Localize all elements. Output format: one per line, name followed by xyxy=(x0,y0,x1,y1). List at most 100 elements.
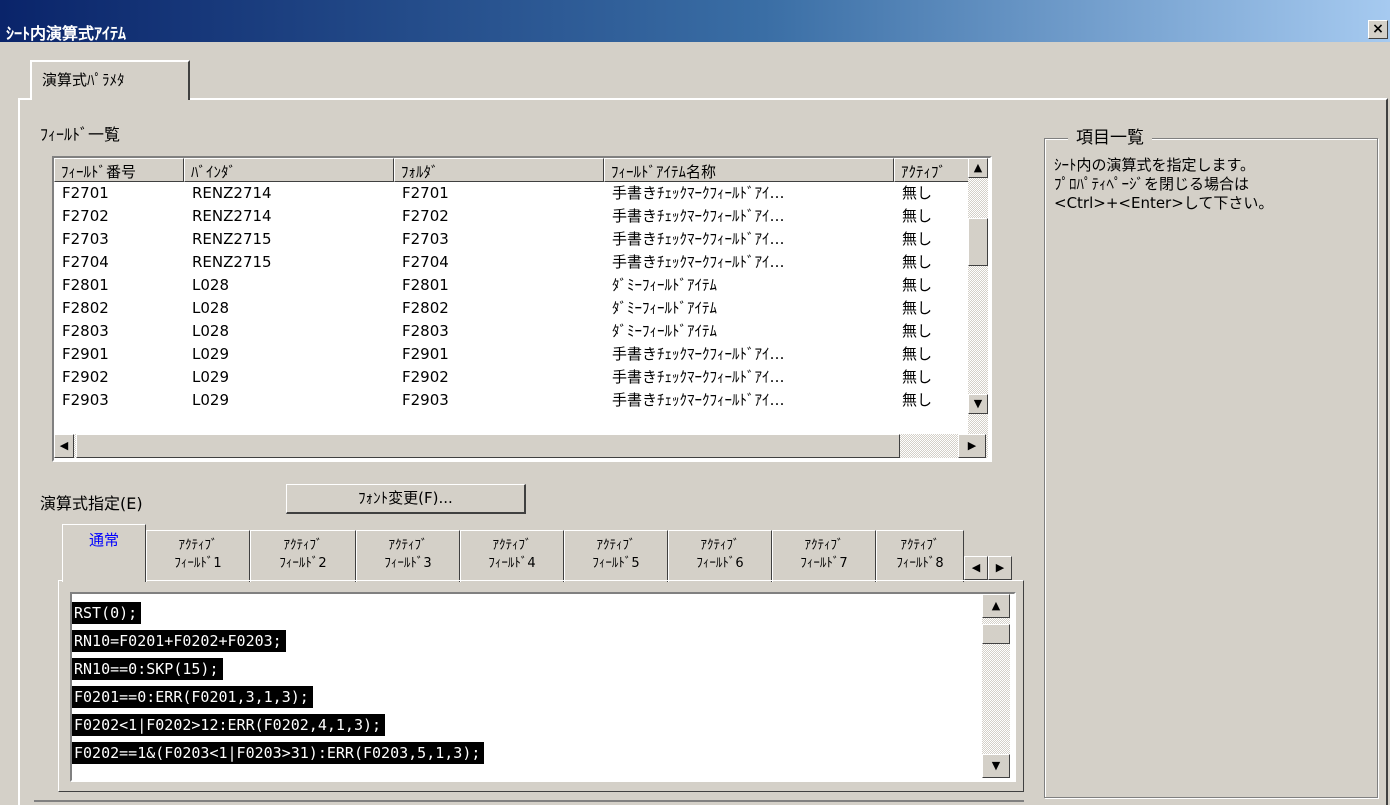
code-line-row: F0202==1&(F0203<1|F0203>31):ERR(F0203,5,… xyxy=(72,742,980,770)
cell-field-item-name: ﾀﾞﾐｰﾌｨｰﾙﾄﾞｱｲﾃﾑ xyxy=(612,322,718,340)
tab-active-field-8[interactable]: ｱｸﾃｨﾌﾞ ﾌｨｰﾙﾄﾞ8 xyxy=(876,530,964,582)
triangle-left-icon: ◀ xyxy=(59,439,69,452)
cell-field-item-name: 手書きﾁｪｯｸﾏｰｸﾌｨｰﾙﾄﾞｱｲ… xyxy=(612,368,785,386)
bottom-divider xyxy=(34,800,1024,805)
tab-active-field-6[interactable]: ｱｸﾃｨﾌﾞ ﾌｨｰﾙﾄﾞ6 xyxy=(668,530,772,582)
field-list-vscroll[interactable]: ▲ ▼ xyxy=(968,158,988,434)
table-row[interactable]: F2703 RENZ2715 F2703 手書きﾁｪｯｸﾏｰｸﾌｨｰﾙﾄﾞｱｲ… 無し xyxy=(54,228,984,251)
cell-active: 無し xyxy=(902,368,933,386)
scroll-thumb[interactable] xyxy=(968,218,988,266)
tab-label-line2: ﾌｨｰﾙﾄﾞ3 xyxy=(384,556,432,571)
tab-active-field-3[interactable]: ｱｸﾃｨﾌﾞ ﾌｨｰﾙﾄﾞ3 xyxy=(356,530,460,582)
tab-formula-params[interactable]: 演算式ﾊﾟﾗﾒﾀ xyxy=(30,60,190,100)
code-line-row: RST(0); xyxy=(72,602,980,630)
tab-active-field-1[interactable]: ｱｸﾃｨﾌﾞ ﾌｨｰﾙﾄﾞ1 xyxy=(146,530,250,582)
cell-folder: F2901 xyxy=(402,345,449,363)
formula-scroll-down-button[interactable]: ▼ xyxy=(982,754,1010,778)
tab-normal[interactable]: 通常 xyxy=(62,524,146,582)
table-row[interactable]: F2901 L029 F2901 手書きﾁｪｯｸﾏｰｸﾌｨｰﾙﾄﾞｱｲ… 無し xyxy=(54,343,984,366)
cell-field-item-name: 手書きﾁｪｯｸﾏｰｸﾌｨｰﾙﾄﾞｱｲ… xyxy=(612,184,785,202)
column-header-active[interactable]: ｱｸﾃｨﾌﾞ xyxy=(894,158,974,182)
table-row[interactable]: F2803 L028 F2803 ﾀﾞﾐｰﾌｨｰﾙﾄﾞｱｲﾃﾑ 無し xyxy=(54,320,984,343)
code-line: RN10==0:SKP(15); xyxy=(72,658,223,680)
title-bar xyxy=(0,0,1390,42)
cell-folder: F2903 xyxy=(402,391,449,409)
scroll-down-button[interactable]: ▼ xyxy=(968,394,988,414)
table-row[interactable]: F2704 RENZ2715 F2704 手書きﾁｪｯｸﾏｰｸﾌｨｰﾙﾄﾞｱｲ… 無し xyxy=(54,251,984,274)
cell-folder: F2801 xyxy=(402,276,449,294)
table-row[interactable]: F2702 RENZ2714 F2702 手書きﾁｪｯｸﾏｰｸﾌｨｰﾙﾄﾞｱｲ… 無し xyxy=(54,205,984,228)
cell-field-item-name: ﾀﾞﾐｰﾌｨｰﾙﾄﾞｱｲﾃﾑ xyxy=(612,276,718,294)
table-row[interactable]: F2801 L028 F2801 ﾀﾞﾐｰﾌｨｰﾙﾄﾞｱｲﾃﾑ 無し xyxy=(54,274,984,297)
column-header-field-item-name[interactable]: ﾌｨｰﾙﾄﾞｱｲﾃﾑ名称 xyxy=(604,158,894,182)
close-button[interactable]: × xyxy=(1368,20,1388,39)
formula-scroll-thumb[interactable] xyxy=(982,624,1010,644)
tab-label-line2: ﾌｨｰﾙﾄﾞ1 xyxy=(174,556,222,571)
tab-label-line1: ｱｸﾃｨﾌﾞ xyxy=(804,538,844,553)
formula-label: 演算式指定(E) xyxy=(40,494,143,513)
code-line: RN10=F0201+F0202+F0203; xyxy=(72,630,286,652)
field-list-hscroll[interactable]: ◀ ▶ xyxy=(54,434,988,458)
formula-vscroll[interactable]: ▲ ▼ xyxy=(982,594,1010,778)
scroll-left-button[interactable]: ◀ xyxy=(54,434,74,458)
cell-binder: L029 xyxy=(192,391,229,409)
field-list-label: ﾌｨｰﾙﾄﾞ一覧 xyxy=(40,125,121,144)
tab-label-line1: ｱｸﾃｨﾌﾞ xyxy=(596,538,636,553)
cell-active: 無し xyxy=(902,230,933,248)
cell-folder: F2702 xyxy=(402,207,449,225)
cell-binder: RENZ2714 xyxy=(192,207,272,225)
tab-active-field-2[interactable]: ｱｸﾃｨﾌﾞ ﾌｨｰﾙﾄﾞ2 xyxy=(250,530,356,582)
tab-scroll-right-button[interactable]: ▶ xyxy=(988,556,1012,580)
triangle-up-icon: ▲ xyxy=(991,599,1001,612)
cell-field-number: F2903 xyxy=(62,391,109,409)
cell-field-number: F2901 xyxy=(62,345,109,363)
cell-binder: L028 xyxy=(192,276,229,294)
cell-field-item-name: 手書きﾁｪｯｸﾏｰｸﾌｨｰﾙﾄﾞｱｲ… xyxy=(612,207,785,225)
cell-folder: F2703 xyxy=(402,230,449,248)
cell-binder: L029 xyxy=(192,345,229,363)
tab-label-line2: ﾌｨｰﾙﾄﾞ8 xyxy=(896,556,944,571)
table-row[interactable]: F2701 RENZ2714 F2701 手書きﾁｪｯｸﾏｰｸﾌｨｰﾙﾄﾞｱｲ… 無し xyxy=(54,182,984,205)
code-line-row: RN10=F0201+F0202+F0203; xyxy=(72,630,980,658)
description-line: <Ctrl>+<Enter>して下さい。 xyxy=(1054,194,1274,212)
column-header-field-number[interactable]: ﾌｨｰﾙﾄﾞ番号 xyxy=(54,158,184,182)
scroll-up-button[interactable]: ▲ xyxy=(968,158,988,178)
cell-active: 無し xyxy=(902,207,933,225)
column-header-binder[interactable]: ﾊﾞｲﾝﾀﾞ xyxy=(184,158,394,182)
formula-editor[interactable]: RST(0); RN10=F0201+F0202+F0203; RN10==0:SK… xyxy=(70,592,1016,782)
tab-label-line1: ｱｸﾃｨﾌﾞ xyxy=(700,538,740,553)
tab-label-line2: ﾌｨｰﾙﾄﾞ2 xyxy=(279,556,327,571)
cell-field-number: F2802 xyxy=(62,299,109,317)
cell-field-number: F2704 xyxy=(62,253,109,271)
cell-binder: L028 xyxy=(192,299,229,317)
tab-active-field-7[interactable]: ｱｸﾃｨﾌﾞ ﾌｨｰﾙﾄﾞ7 xyxy=(772,530,876,582)
item-list-title: 項目一覧 xyxy=(1068,123,1152,148)
table-row[interactable]: F2903 L029 F2903 手書きﾁｪｯｸﾏｰｸﾌｨｰﾙﾄﾞｱｲ… 無し xyxy=(54,389,984,412)
tab-active-field-4[interactable]: ｱｸﾃｨﾌﾞ ﾌｨｰﾙﾄﾞ4 xyxy=(460,530,564,582)
field-list-rows: F2701 RENZ2714 F2701 手書きﾁｪｯｸﾏｰｸﾌｨｰﾙﾄﾞｱｲ… 無し F… xyxy=(54,182,984,412)
hscroll-thumb[interactable] xyxy=(76,434,900,458)
field-list[interactable]: ﾌｨｰﾙﾄﾞ番号 ﾊﾞｲﾝﾀﾞ ﾌｫﾙﾀﾞ ﾌｨｰﾙﾄﾞｱｲﾃﾑ名称 ｱｸﾃｨﾌ… xyxy=(52,156,992,462)
formula-code: RST(0); RN10=F0201+F0202+F0203; RN10==0:SK… xyxy=(72,602,980,770)
cell-active: 無し xyxy=(902,276,933,294)
tab-scroll-left-button[interactable]: ◀ xyxy=(964,556,988,580)
font-change-button[interactable]: ﾌｫﾝﾄ変更(F)... xyxy=(286,484,526,514)
tab-active-field-5[interactable]: ｱｸﾃｨﾌﾞ ﾌｨｰﾙﾄﾞ5 xyxy=(564,530,668,582)
column-header-folder[interactable]: ﾌｫﾙﾀﾞ xyxy=(394,158,604,182)
code-line: F0202==1&(F0203<1|F0203>31):ERR(F0203,5,… xyxy=(72,742,485,764)
cell-active: 無し xyxy=(902,184,933,202)
table-row[interactable]: F2802 L028 F2802 ﾀﾞﾐｰﾌｨｰﾙﾄﾞｱｲﾃﾑ 無し xyxy=(54,297,984,320)
code-line-row: F0202<1|F0202>12:ERR(F0202,4,1,3); xyxy=(72,714,980,742)
field-list-header: ﾌｨｰﾙﾄﾞ番号 ﾊﾞｲﾝﾀﾞ ﾌｫﾙﾀﾞ ﾌｨｰﾙﾄﾞｱｲﾃﾑ名称 ｱｸﾃｨﾌ… xyxy=(54,158,974,182)
cell-active: 無し xyxy=(902,391,933,409)
cell-field-item-name: 手書きﾁｪｯｸﾏｰｸﾌｨｰﾙﾄﾞｱｲ… xyxy=(612,253,785,271)
cell-folder: F2803 xyxy=(402,322,449,340)
code-line: F0201==0:ERR(F0201,3,1,3); xyxy=(72,686,313,708)
scroll-right-button[interactable]: ▶ xyxy=(958,434,986,458)
formula-scroll-up-button[interactable]: ▲ xyxy=(982,594,1010,618)
cell-folder: F2902 xyxy=(402,368,449,386)
table-row[interactable]: F2902 L029 F2902 手書きﾁｪｯｸﾏｰｸﾌｨｰﾙﾄﾞｱｲ… 無し xyxy=(54,366,984,389)
cell-folder: F2802 xyxy=(402,299,449,317)
cell-active: 無し xyxy=(902,345,933,363)
cell-field-item-name: ﾀﾞﾐｰﾌｨｰﾙﾄﾞｱｲﾃﾑ xyxy=(612,299,718,317)
